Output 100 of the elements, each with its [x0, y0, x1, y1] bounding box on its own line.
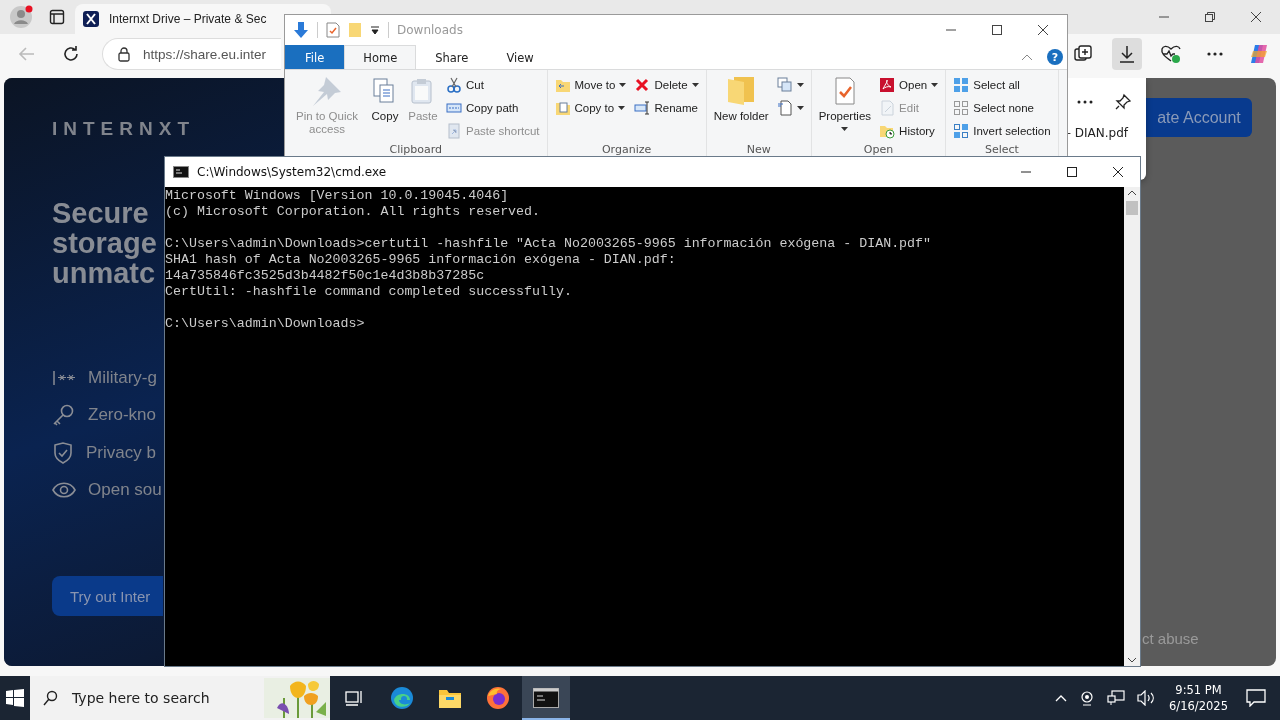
maximize-icon[interactable]: [991, 24, 1003, 36]
more-icon: [1207, 52, 1223, 56]
password-icon: [52, 368, 76, 388]
group-label: Open: [862, 143, 895, 157]
invert-selection-icon: [953, 122, 970, 139]
ribbon-tab[interactable]: File: [285, 45, 345, 69]
notification-icon[interactable]: [1246, 689, 1266, 707]
pin-icon: [312, 76, 342, 106]
ribbon-button[interactable]: New folder: [710, 74, 772, 125]
document-icon: [776, 99, 793, 116]
shield-icon: [52, 442, 74, 464]
task-view-icon: [344, 689, 364, 707]
ribbon-button[interactable]: History: [876, 120, 942, 141]
cmd-taskbar-button[interactable]: [522, 676, 570, 720]
chevron-up-icon[interactable]: [1055, 694, 1068, 702]
logo-text: INTERNXT: [52, 118, 195, 140]
network-icon[interactable]: [1107, 690, 1126, 706]
ribbon-button[interactable]: Properties: [815, 74, 875, 133]
collections-icon: [1073, 44, 1093, 64]
webcam-icon[interactable]: [1079, 690, 1096, 706]
close-icon[interactable]: [1250, 11, 1262, 23]
collapse-icon[interactable]: [1021, 53, 1033, 61]
close-icon[interactable]: [1037, 24, 1049, 36]
feature-text: Open sou: [88, 480, 162, 500]
clock-time[interactable]: 9:51 PM: [1175, 682, 1222, 698]
group-label: Organize: [600, 143, 653, 157]
ribbon-tab[interactable]: View: [487, 45, 553, 69]
select-all-icon: [953, 76, 970, 93]
close-icon[interactable]: [1112, 166, 1124, 178]
ribbon-button[interactable]: Move to: [551, 74, 630, 95]
more-icon[interactable]: [1076, 99, 1094, 105]
console-line: SHA1 hash of Acta No2003265-9965 información exógena - DIAN.pdf:: [165, 252, 676, 268]
group-label: Select: [983, 143, 1020, 157]
address-field[interactable]: https://share.eu.inter: [102, 38, 281, 70]
help-button[interactable]: ?: [1047, 49, 1063, 65]
restore-icon[interactable]: [1204, 11, 1216, 23]
ribbon-button[interactable]: Cut: [443, 74, 543, 95]
console-line: Microsoft Windows [Version 10.0.19045.4046]: [165, 188, 509, 204]
delete-icon: [634, 76, 651, 93]
windows-start-icon[interactable]: [6, 689, 24, 707]
caret-icon: [931, 82, 939, 87]
heading-line: storage: [52, 228, 157, 258]
search-field[interactable]: Type here to search: [30, 676, 330, 720]
volume-icon[interactable]: [1137, 690, 1156, 706]
console-icon: [173, 166, 189, 178]
group-label: New: [745, 143, 772, 157]
new-item-icon: [776, 76, 793, 93]
ribbon-button[interactable]: Invert selection: [950, 120, 1054, 141]
heart-icon: [1160, 44, 1182, 64]
search-icon: [42, 690, 58, 706]
folder-icon: [726, 76, 757, 106]
pin-icon[interactable]: [1114, 93, 1132, 111]
ribbon-button[interactable]: Select none: [950, 97, 1054, 118]
key-icon: [52, 404, 76, 426]
download-arrow-icon: [293, 21, 309, 39]
ribbon-button[interactable]: Delete: [631, 74, 702, 95]
profile-icon[interactable]: [9, 4, 35, 30]
scroll-down-icon[interactable]: [1127, 656, 1137, 664]
console-line: C:\Users\admin\Downloads>certutil -hashfile "Acta No2003265-9965 información exógena - DIAN.pdf": [165, 236, 932, 252]
browser-icon: [390, 686, 414, 710]
eye-icon: [52, 482, 76, 498]
ribbon-button[interactable]: Copy to: [551, 97, 630, 118]
folder-icon: [554, 99, 571, 116]
caret-icon: [691, 82, 699, 87]
window-title: C:\Windows\System32\cmd.exe: [197, 165, 387, 179]
console-icon: [533, 688, 559, 708]
edit-icon: [879, 99, 896, 116]
tab-actions-icon[interactable]: [49, 9, 65, 25]
ribbon-button[interactable]: Copy path: [443, 97, 543, 118]
ribbon-tab[interactable]: Share: [416, 45, 488, 69]
caret-icon: [796, 82, 804, 87]
dropdown-icon[interactable]: [370, 25, 380, 35]
try-button[interactable]: Try out Inter: [52, 576, 163, 616]
caret-icon: [618, 105, 626, 110]
scrollbar[interactable]: [1124, 187, 1140, 666]
console-line: 14a735846fc3525d3b4482f50c1e4d3b8b37285c: [165, 268, 485, 284]
downloads-button[interactable]: [1112, 38, 1142, 70]
lock-icon: [117, 46, 131, 62]
clock-date[interactable]: 6/16/2025: [1169, 698, 1228, 714]
scissors-icon: [446, 76, 462, 93]
properties-icon[interactable]: [326, 22, 340, 38]
rename-icon: [634, 99, 651, 116]
console-line: CertUtil: -hashfile command completed successfully.: [165, 284, 572, 300]
refresh-icon[interactable]: [62, 45, 80, 63]
scrollbar-thumb[interactable]: [1126, 201, 1138, 215]
scroll-up-icon[interactable]: [1127, 189, 1137, 197]
ribbon-tab[interactable]: Home: [344, 45, 417, 69]
download-file-name[interactable]: – DIAN.pdf: [1064, 126, 1146, 140]
console-line: C:\Users\admin\Downloads>: [165, 316, 365, 332]
ribbon-button[interactable]: Select all: [950, 74, 1054, 95]
group-label: Clipboard: [388, 143, 444, 157]
shortcut-icon: [446, 122, 462, 139]
ribbon-button[interactable]: Open: [876, 74, 942, 95]
heading-line: unmatc: [52, 258, 156, 288]
ribbon-button[interactable]: Rename: [631, 97, 702, 118]
select-none-icon: [953, 99, 970, 116]
ribbon-button[interactable]: Copy: [367, 74, 403, 125]
create-account-button[interactable]: ate Account: [1146, 98, 1252, 137]
maximize-icon[interactable]: [1066, 166, 1078, 178]
feature-text: Privacy b: [86, 443, 156, 463]
